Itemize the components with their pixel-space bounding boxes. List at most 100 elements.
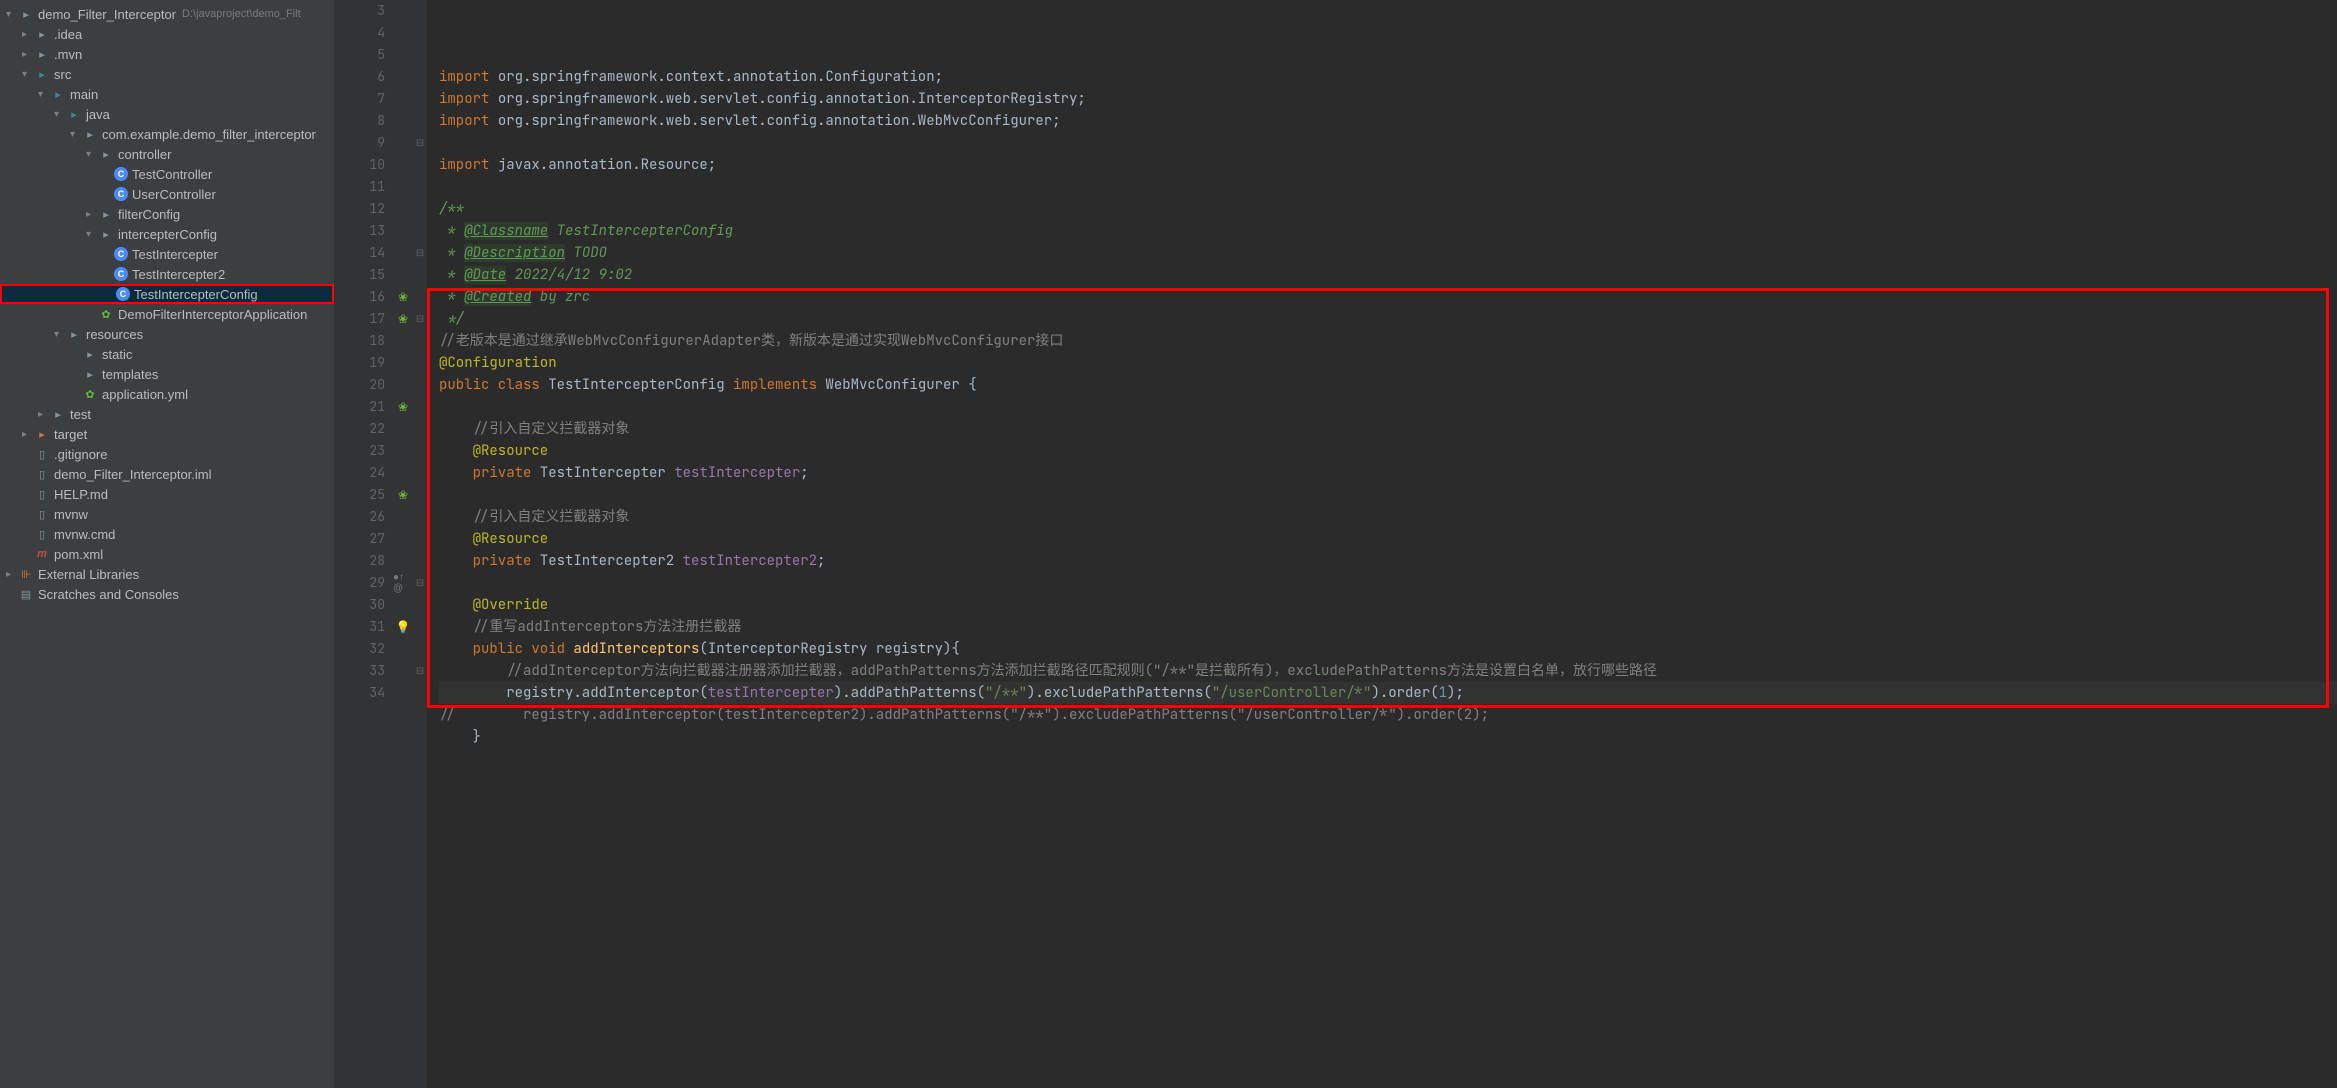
code-line[interactable]: @Configuration [439, 352, 2337, 374]
tree-item-intercepterconfig[interactable]: ▸intercepterConfig [0, 224, 334, 244]
code-line[interactable]: //引入自定义拦截器对象 [439, 506, 2337, 528]
expand-arrow-icon[interactable] [54, 109, 66, 120]
tree-item-src[interactable]: ▸src [0, 64, 334, 84]
code-line[interactable]: } [439, 726, 2337, 748]
tree-item-target[interactable]: ▸target [0, 424, 334, 444]
tree-item-controller[interactable]: ▸controller [0, 144, 334, 164]
tree-item-filterconfig[interactable]: ▸filterConfig [0, 204, 334, 224]
code-line[interactable]: */ [439, 308, 2337, 330]
code-line[interactable]: // registry.addInterceptor(testIntercept… [439, 704, 2337, 726]
line-number[interactable]: 12 [335, 198, 385, 220]
line-number[interactable]: 33 [335, 660, 385, 682]
fold-marker[interactable]: ⊟ [413, 132, 427, 154]
fold-marker[interactable]: ⊟ [413, 242, 427, 264]
code-line[interactable]: * @Classname TestIntercepterConfig [439, 220, 2337, 242]
tree-item-external-libraries[interactable]: ⊪External Libraries [0, 564, 334, 584]
line-number[interactable]: 20 [335, 374, 385, 396]
spring-bean-icon[interactable]: ❀ [398, 400, 408, 414]
project-tree-panel[interactable]: ▸demo_Filter_InterceptorD:\javaproject\d… [0, 0, 335, 1088]
expand-arrow-icon[interactable] [22, 29, 34, 40]
tree-item-mvnw[interactable]: ▯mvnw [0, 504, 334, 524]
line-number[interactable]: 9 [335, 132, 385, 154]
line-number[interactable]: 22 [335, 418, 385, 440]
expand-arrow-icon[interactable] [86, 209, 98, 220]
tree-item-testintercepter2[interactable]: CTestIntercepter2 [0, 264, 334, 284]
line-number[interactable]: 19 [335, 352, 385, 374]
line-number[interactable]: 24 [335, 462, 385, 484]
code-line[interactable] [439, 132, 2337, 154]
tree-item-com-example-demo-filter-interceptor[interactable]: ▸com.example.demo_filter_interceptor [0, 124, 334, 144]
fold-marker[interactable]: ⊟ [413, 660, 427, 682]
line-number[interactable]: 28 [335, 550, 385, 572]
tree-item-pom-xml[interactable]: mpom.xml [0, 544, 334, 564]
code-line[interactable]: private TestIntercepter2 testIntercepter… [439, 550, 2337, 572]
line-number[interactable]: 23 [335, 440, 385, 462]
line-number[interactable]: 11 [335, 176, 385, 198]
code-line[interactable]: //老版本是通过继承WebMvcConfigurerAdapter类，新版本是通… [439, 330, 2337, 352]
override-marker-icon[interactable]: ●↑ @ [393, 572, 413, 594]
line-number[interactable]: 29 [335, 572, 385, 594]
tree-item-testintercepter[interactable]: CTestIntercepter [0, 244, 334, 264]
code-line[interactable]: * @Description TODO [439, 242, 2337, 264]
code-line[interactable]: /** [439, 198, 2337, 220]
line-number[interactable]: 18 [335, 330, 385, 352]
tree-item-demo-filter-interceptor-iml[interactable]: ▯demo_Filter_Interceptor.iml [0, 464, 334, 484]
code-line[interactable]: @Resource [439, 528, 2337, 550]
line-number[interactable]: 17 [335, 308, 385, 330]
code-line[interactable]: //addInterceptor方法向拦截器注册器添加拦截器，addPathPa… [439, 660, 2337, 682]
tree-item-demofilterinterceptorapplication[interactable]: ✿DemoFilterInterceptorApplication [0, 304, 334, 324]
expand-arrow-icon[interactable] [70, 129, 82, 140]
line-number[interactable]: 4 [335, 22, 385, 44]
tree-item-java[interactable]: ▸java [0, 104, 334, 124]
tree-item-testcontroller[interactable]: CTestController [0, 164, 334, 184]
code-line[interactable]: * @Date 2022/4/12 9:02 [439, 264, 2337, 286]
expand-arrow-icon[interactable] [38, 409, 50, 420]
line-number[interactable]: 26 [335, 506, 385, 528]
code-line[interactable]: //重写addInterceptors方法注册拦截器 [439, 616, 2337, 638]
code-line[interactable]: //引入自定义拦截器对象 [439, 418, 2337, 440]
expand-arrow-icon[interactable] [22, 429, 34, 440]
spring-bean-icon[interactable]: ❀ [398, 312, 408, 326]
line-number[interactable]: 8 [335, 110, 385, 132]
line-number[interactable]: 6 [335, 66, 385, 88]
expand-arrow-icon[interactable] [38, 89, 50, 100]
code-line[interactable]: private TestIntercepter testIntercepter; [439, 462, 2337, 484]
code-editor[interactable]: 3456789101112131415161718192021222324252… [335, 0, 2337, 1088]
tree-item-test[interactable]: ▸test [0, 404, 334, 424]
line-number[interactable]: 21 [335, 396, 385, 418]
tree-item-help-md[interactable]: ▯HELP.md [0, 484, 334, 504]
intention-bulb-icon[interactable]: 💡 [396, 620, 411, 634]
tree-item-resources[interactable]: ▸resources [0, 324, 334, 344]
expand-arrow-icon[interactable] [6, 9, 18, 20]
tree-item-testintercepterconfig[interactable]: CTestIntercepterConfig [0, 284, 334, 304]
code-line[interactable]: public void addInterceptors(InterceptorR… [439, 638, 2337, 660]
code-line[interactable] [439, 396, 2337, 418]
tree-item-demo-filter-interceptor[interactable]: ▸demo_Filter_InterceptorD:\javaproject\d… [0, 4, 334, 24]
code-line[interactable] [439, 176, 2337, 198]
expand-arrow-icon[interactable] [54, 329, 66, 340]
tree-item-main[interactable]: ▸main [0, 84, 334, 104]
line-number[interactable]: 30 [335, 594, 385, 616]
spring-bean-icon[interactable]: ❀ [398, 290, 408, 304]
tree-item-static[interactable]: ▸static [0, 344, 334, 364]
fold-marker[interactable]: ⊟ [413, 572, 427, 594]
code-line[interactable]: import javax.annotation.Resource; [439, 154, 2337, 176]
line-number[interactable]: 5 [335, 44, 385, 66]
tree-item--mvn[interactable]: ▸.mvn [0, 44, 334, 64]
tree-item-application-yml[interactable]: ✿application.yml [0, 384, 334, 404]
code-line[interactable]: public class TestIntercepterConfig imple… [439, 374, 2337, 396]
expand-arrow-icon[interactable] [6, 569, 18, 580]
code-line[interactable]: @Override [439, 594, 2337, 616]
line-number[interactable]: 3 [335, 0, 385, 22]
expand-arrow-icon[interactable] [22, 69, 34, 80]
line-number[interactable]: 7 [335, 88, 385, 110]
expand-arrow-icon[interactable] [86, 229, 98, 240]
code-line[interactable]: import org.springframework.web.servlet.c… [439, 110, 2337, 132]
code-line[interactable]: import org.springframework.web.servlet.c… [439, 88, 2337, 110]
tree-item-scratches-and-consoles[interactable]: ▤Scratches and Consoles [0, 584, 334, 604]
line-number[interactable]: 34 [335, 682, 385, 704]
code-line[interactable]: registry.addInterceptor(testIntercepter)… [439, 682, 2337, 704]
line-number[interactable]: 32 [335, 638, 385, 660]
tree-item-mvnw-cmd[interactable]: ▯mvnw.cmd [0, 524, 334, 544]
line-number[interactable]: 31 [335, 616, 385, 638]
